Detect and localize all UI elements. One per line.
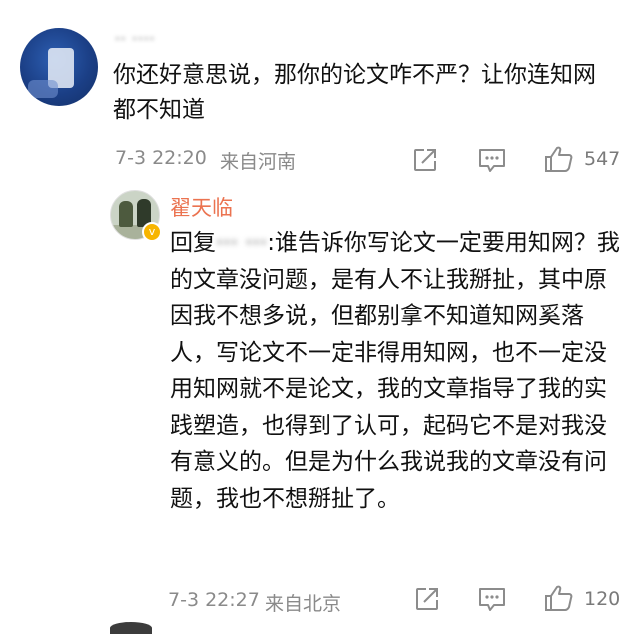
next-avatar (110, 622, 152, 634)
reply-body: :谁告诉你写论文一定要用知网？我的文章没问题，是有人不让我掰扯，其中原因我不想多… (170, 230, 620, 512)
replier-username[interactable]: 翟天临 (170, 192, 233, 222)
like-icon[interactable] (544, 145, 574, 173)
commenter-avatar[interactable] (20, 28, 98, 106)
comment-text: 你还好意思说，那你的论文咋不严？让你连知网都不知道 (113, 62, 596, 123)
reply-mention[interactable]: ··· ··· (216, 230, 267, 256)
reply-timestamp: 7-3 22:27 (168, 589, 260, 611)
share-icon[interactable] (412, 147, 438, 173)
commenter-username[interactable]: ·· ···· (115, 30, 230, 48)
like-icon[interactable] (544, 584, 574, 612)
reply-location: 来自北京 (265, 593, 342, 615)
verified-icon: v (142, 222, 162, 242)
reply-text: 回复··· ···:谁告诉你写论文一定要用知网？我的文章没问题，是有人不让我掰扯… (170, 225, 622, 517)
reply-prefix: 回复 (170, 230, 216, 256)
like-count: 120 (584, 588, 621, 610)
share-icon[interactable] (414, 586, 440, 612)
comment-icon[interactable] (478, 586, 506, 612)
comment-location: 来自河南 (220, 151, 297, 173)
comment-icon[interactable] (478, 147, 506, 173)
comment-timestamp: 7-3 22:20 (115, 147, 207, 169)
like-count: 547 (584, 148, 621, 170)
